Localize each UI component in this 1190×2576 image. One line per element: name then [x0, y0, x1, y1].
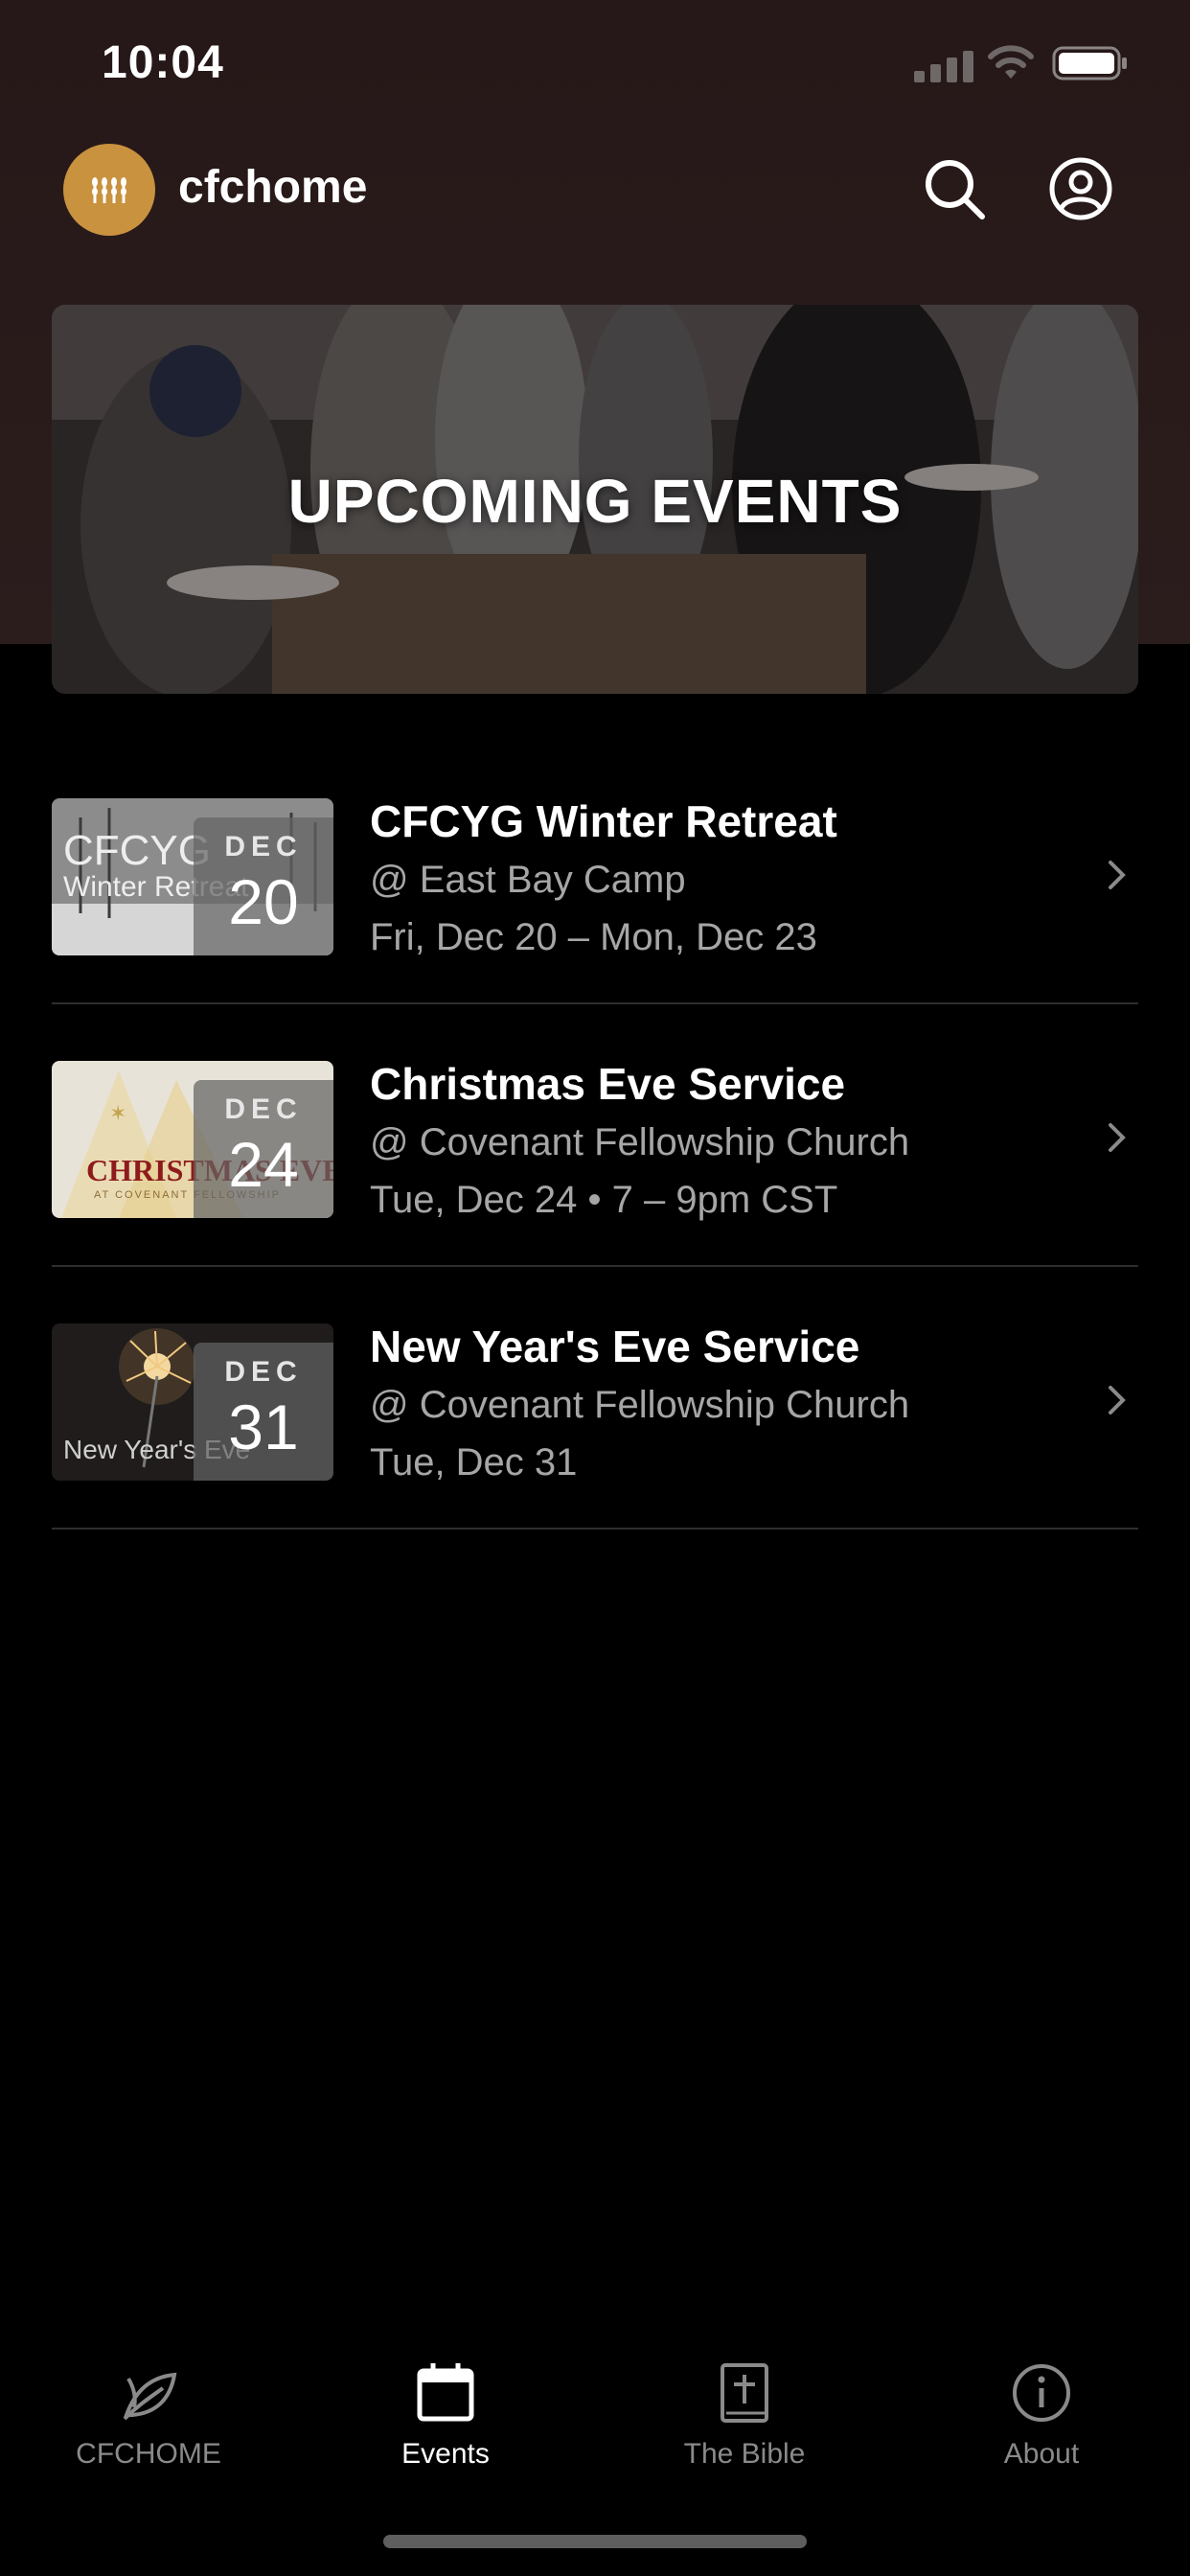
chevron-right-icon: [1109, 861, 1126, 889]
tab-label: CFCHOME: [76, 2438, 221, 2470]
battery-icon: [1052, 46, 1127, 80]
event-datetime: Tue, Dec 31: [370, 1441, 578, 1484]
banner-title: UPCOMING EVENTS: [287, 467, 903, 536]
tab-label: Events: [401, 2438, 490, 2470]
status-bar: 10:04: [0, 0, 1190, 134]
event-thumbnail: ✶ CHRISTMAS EVE AT COVENANT FELLOWSHIP D…: [52, 1061, 333, 1218]
event-location: @ East Bay Camp: [370, 859, 686, 901]
event-datetime: Tue, Dec 24 • 7 – 9pm CST: [370, 1179, 838, 1221]
event-list: CFCYG Winter Retreat DEC 20 CFCYG Winter…: [52, 742, 1138, 1530]
date-day: 31: [228, 1392, 299, 1462]
event-row-winter-retreat[interactable]: CFCYG Winter Retreat DEC 20 CFCYG Winter…: [52, 742, 1138, 1004]
event-info: Christmas Eve Service @ Covenant Fellows…: [370, 1054, 1079, 1229]
app-title: cfchome: [178, 162, 368, 213]
event-row-christmas-eve[interactable]: ✶ CHRISTMAS EVE AT COVENANT FELLOWSHIP D…: [52, 1004, 1138, 1267]
tab-events[interactable]: Events: [297, 2338, 594, 2482]
svg-text:✶: ✶: [109, 1101, 126, 1125]
tab-label: The Bible: [683, 2438, 806, 2470]
home-indicator[interactable]: [383, 2535, 807, 2548]
event-thumbnail: CFCYG Winter Retreat DEC 20: [52, 798, 333, 955]
wifi-icon: [988, 45, 1034, 79]
date-day: 24: [228, 1129, 299, 1200]
upcoming-events-banner: UPCOMING EVENTS: [52, 305, 1138, 694]
user-circle-icon[interactable]: [1047, 155, 1114, 222]
date-month: DEC: [224, 1356, 303, 1388]
event-datetime: Fri, Dec 20 – Mon, Dec 23: [370, 916, 817, 958]
date-month: DEC: [224, 831, 303, 862]
date-badge: DEC 24: [194, 1080, 333, 1218]
info-icon: [1013, 2364, 1070, 2422]
tab-label: About: [1003, 2438, 1080, 2470]
leaf-icon: [123, 2372, 177, 2421]
event-location: @ Covenant Fellowship Church: [370, 1384, 910, 1426]
cellular-signal-icon: [914, 48, 973, 82]
event-info: New Year's Eve Service @ Covenant Fellow…: [370, 1317, 1079, 1491]
tab-cfchome[interactable]: CFCHOME: [0, 2338, 297, 2482]
event-title: Christmas Eve Service: [370, 1059, 846, 1109]
app-header: cfchome: [0, 134, 1190, 249]
date-badge: DEC 31: [194, 1343, 333, 1481]
thumb-caption: CFCYG: [63, 827, 211, 874]
search-icon[interactable]: [921, 155, 988, 222]
wheat-icon: [92, 177, 126, 203]
date-day: 20: [228, 866, 299, 937]
date-badge: DEC 20: [194, 817, 333, 955]
app-logo[interactable]: [63, 144, 155, 236]
event-title: New Year's Eve Service: [370, 1322, 860, 1371]
event-thumbnail: New Year's Eve DEC 31: [52, 1323, 333, 1481]
status-time: 10:04: [102, 37, 224, 88]
calendar-icon: [417, 2363, 474, 2422]
bible-icon: [721, 2363, 768, 2423]
event-title: CFCYG Winter Retreat: [370, 796, 837, 846]
event-info: CFCYG Winter Retreat @ East Bay Camp Fri…: [370, 792, 1079, 966]
tab-about[interactable]: About: [893, 2338, 1190, 2482]
tab-the-bible[interactable]: The Bible: [596, 2338, 893, 2482]
event-row-new-years-eve[interactable]: New Year's Eve DEC 31 New Year's Eve Ser…: [52, 1267, 1138, 1530]
chevron-right-icon: [1109, 1386, 1126, 1414]
event-location: @ Covenant Fellowship Church: [370, 1121, 910, 1163]
date-month: DEC: [224, 1093, 303, 1125]
bottom-tab-bar: CFCHOME Events The Bible About: [0, 2338, 1190, 2482]
chevron-right-icon: [1109, 1123, 1126, 1152]
